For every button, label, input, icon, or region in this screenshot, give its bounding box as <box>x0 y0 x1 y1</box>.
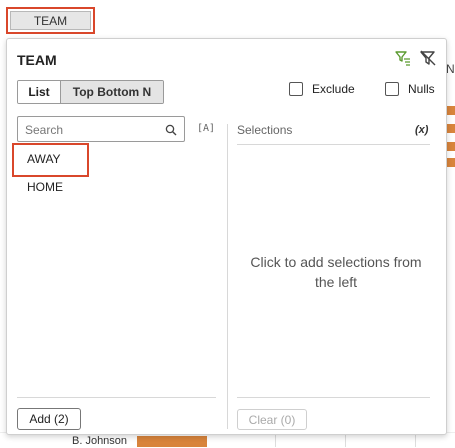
panel-divider <box>227 124 228 429</box>
match-case-icon[interactable]: [A] <box>197 123 215 134</box>
team-filter-popup: TEAM List Top Bottom N Exclude Nulls Sea… <box>6 38 447 435</box>
search-placeholder: Search <box>25 123 64 137</box>
selections-empty-message: Click to add selections from the left <box>250 254 422 290</box>
tab-list[interactable]: List <box>18 81 61 103</box>
background-bar <box>447 106 455 115</box>
search-icon <box>165 123 177 141</box>
background-bar <box>447 142 455 151</box>
nulls-option[interactable]: Nulls <box>385 82 435 96</box>
value-item-away[interactable]: AWAY <box>27 152 61 166</box>
selections-header-divider <box>237 144 430 145</box>
search-input[interactable]: Search <box>17 116 185 142</box>
background-player-label: B. Johnson <box>72 435 128 447</box>
clear-button[interactable]: Clear (0) <box>237 409 307 430</box>
add-button[interactable]: Add (2) <box>17 408 81 430</box>
background-bar <box>447 124 455 133</box>
background-bar <box>447 158 455 167</box>
funnel-sort-icon[interactable] <box>394 49 412 67</box>
exclude-checkbox[interactable] <box>289 82 303 96</box>
selections-header: Selections <box>237 123 293 137</box>
values-footer-divider <box>17 397 216 398</box>
value-item-home[interactable]: HOME <box>27 180 63 194</box>
background-gridline <box>275 433 276 447</box>
background-player-bar <box>137 436 207 447</box>
team-filter-chip-label: TEAM <box>10 11 91 30</box>
selections-footer-divider <box>237 397 430 398</box>
variable-toggle[interactable]: (x) <box>415 124 428 136</box>
team-filter-chip[interactable]: TEAM <box>6 7 95 34</box>
filter-remove-icon[interactable] <box>419 49 437 67</box>
background-column-letter: N <box>446 62 455 76</box>
exclude-option[interactable]: Exclude <box>289 82 355 96</box>
exclude-label: Exclude <box>312 82 355 96</box>
top-toolbar: TEAM <box>0 0 455 38</box>
background-gridline <box>345 433 346 447</box>
popup-title: TEAM <box>17 52 57 68</box>
nulls-label: Nulls <box>408 82 435 96</box>
mode-tabs: List Top Bottom N <box>17 80 164 104</box>
tab-top-bottom-n[interactable]: Top Bottom N <box>61 81 163 103</box>
nulls-checkbox[interactable] <box>385 82 399 96</box>
background-gridline <box>415 433 416 447</box>
